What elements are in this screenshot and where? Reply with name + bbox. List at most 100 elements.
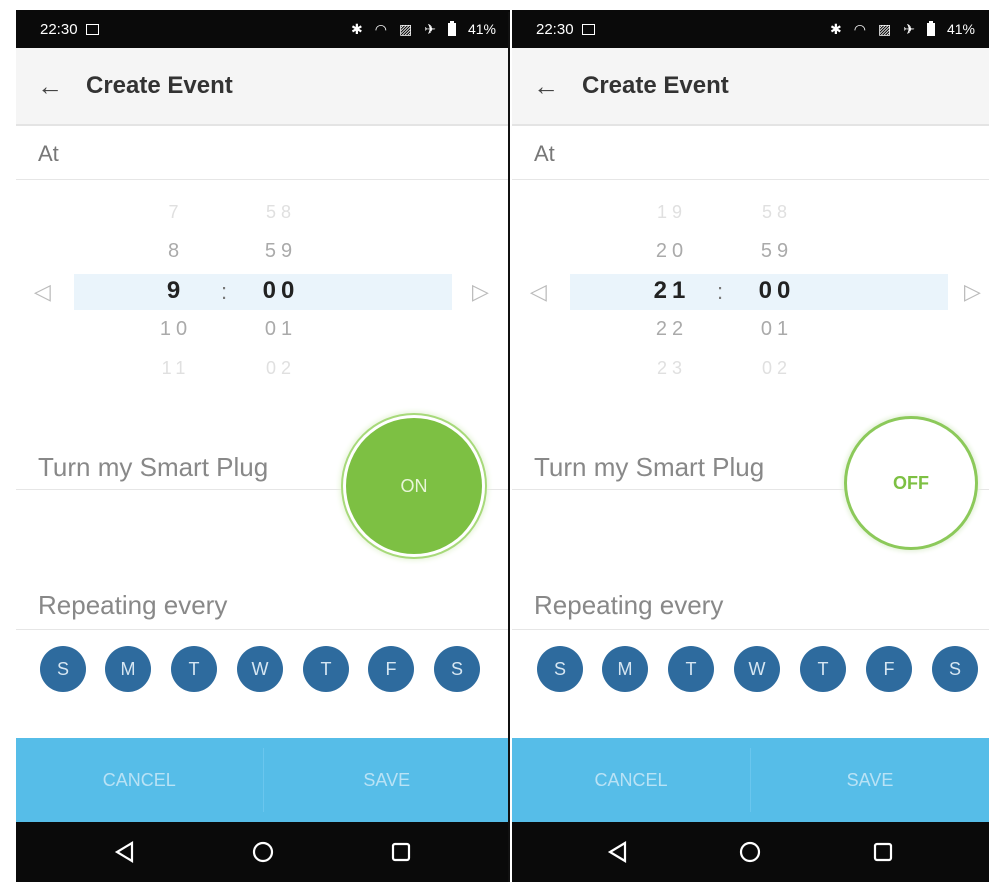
battery-level: 41% xyxy=(946,21,975,37)
phone-screen-on: 22:30 ✱ ◠ ▨ ✈ 41% ← Create Event At ◁ ▷ … xyxy=(16,10,510,882)
chevron-right-icon[interactable]: ▷ xyxy=(964,274,981,310)
no-sim-icon: ▨ xyxy=(399,21,413,37)
day-toggle-wednesday[interactable]: W xyxy=(734,646,780,692)
hour-option[interactable]: 11 xyxy=(146,349,206,388)
time-picker[interactable]: ◁ ▷ 19 20 21 22 23 : 58 59 00 01 02 xyxy=(512,190,989,390)
battery-icon xyxy=(447,20,456,36)
status-bar: 22:30 ✱ ◠ ▨ ✈ 41% xyxy=(16,10,510,48)
minute-option[interactable]: 59 xyxy=(246,232,316,271)
hour-selected[interactable]: 21 xyxy=(642,271,702,310)
time-picker[interactable]: ◁ ▷ 7 8 9 10 11 : 58 59 00 01 02 xyxy=(16,190,510,390)
hour-wheel[interactable]: 19 20 21 22 23 xyxy=(642,193,702,388)
system-nav-bar xyxy=(16,822,510,882)
action-bar: CANCEL SAVE xyxy=(512,738,989,822)
plug-state-toggle[interactable]: OFF xyxy=(844,416,978,550)
wifi-icon: ◠ xyxy=(374,21,387,37)
status-time: 22:30 xyxy=(40,20,78,38)
back-nav-icon[interactable] xyxy=(105,832,145,872)
recents-nav-icon[interactable] xyxy=(863,832,903,872)
minute-wheel[interactable]: 58 59 00 01 02 xyxy=(246,193,316,388)
hour-option[interactable]: 23 xyxy=(642,349,702,388)
hour-option[interactable]: 7 xyxy=(146,193,206,232)
minute-option[interactable]: 01 xyxy=(742,310,812,349)
minute-option[interactable]: 01 xyxy=(246,310,316,349)
hour-option[interactable]: 10 xyxy=(146,310,206,349)
day-selector: S M T W T F S xyxy=(512,646,989,696)
page-title: Create Event xyxy=(86,72,233,99)
cancel-button[interactable]: CANCEL xyxy=(512,738,750,822)
day-toggle-thursday[interactable]: T xyxy=(800,646,846,692)
image-notification-icon xyxy=(581,23,595,35)
repeat-row: Repeating every xyxy=(16,590,510,630)
wifi-icon: ◠ xyxy=(853,21,866,37)
save-button[interactable]: SAVE xyxy=(264,738,511,822)
no-sim-icon: ▨ xyxy=(878,21,892,37)
image-notification-icon xyxy=(85,23,99,35)
day-toggle-tuesday[interactable]: T xyxy=(668,646,714,692)
battery-icon xyxy=(926,20,935,36)
minute-wheel[interactable]: 58 59 00 01 02 xyxy=(742,193,812,388)
home-nav-icon[interactable] xyxy=(243,832,283,872)
hour-option[interactable]: 22 xyxy=(642,310,702,349)
repeat-label: Repeating every xyxy=(38,590,228,620)
status-icons: ✱ ◠ ▨ ✈ 41% xyxy=(830,20,975,37)
mute-icon: ✱ xyxy=(351,21,363,37)
app-bar: ← Create Event xyxy=(512,48,989,126)
arrow-left-icon[interactable]: ← xyxy=(516,71,576,102)
chevron-right-icon[interactable]: ▷ xyxy=(472,274,489,310)
day-toggle-saturday[interactable]: S xyxy=(434,646,480,692)
smart-plug-label: Turn my Smart Plug xyxy=(534,452,765,482)
phone-screen-off: 22:30 ✱ ◠ ▨ ✈ 41% ← Create Event At ◁ ▷ … xyxy=(512,10,989,882)
side-by-side-screenshots: 22:30 ✱ ◠ ▨ ✈ 41% ← Create Event At ◁ ▷ … xyxy=(0,0,989,882)
minute-option[interactable]: 58 xyxy=(246,193,316,232)
system-nav-bar xyxy=(512,822,989,882)
status-time: 22:30 xyxy=(536,20,574,38)
minute-selected[interactable]: 00 xyxy=(742,271,812,310)
hour-option[interactable]: 19 xyxy=(642,193,702,232)
cancel-button[interactable]: CANCEL xyxy=(16,738,263,822)
status-icons: ✱ ◠ ▨ ✈ 41% xyxy=(351,20,496,37)
page-title: Create Event xyxy=(582,72,729,99)
day-toggle-tuesday[interactable]: T xyxy=(171,646,217,692)
repeat-label: Repeating every xyxy=(534,590,724,620)
hour-wheel[interactable]: 7 8 9 10 11 xyxy=(146,193,206,388)
minute-option[interactable]: 58 xyxy=(742,193,812,232)
minute-selected[interactable]: 00 xyxy=(246,271,316,310)
chevron-left-icon[interactable]: ◁ xyxy=(530,274,547,310)
day-toggle-sunday[interactable]: S xyxy=(40,646,86,692)
minute-option[interactable]: 02 xyxy=(742,349,812,388)
time-separator: : xyxy=(221,279,228,304)
hour-selected[interactable]: 9 xyxy=(146,271,206,310)
chevron-left-icon[interactable]: ◁ xyxy=(34,274,51,310)
day-toggle-saturday[interactable]: S xyxy=(932,646,978,692)
day-toggle-friday[interactable]: F xyxy=(866,646,912,692)
save-button[interactable]: SAVE xyxy=(751,738,989,822)
day-toggle-wednesday[interactable]: W xyxy=(237,646,283,692)
status-bar: 22:30 ✱ ◠ ▨ ✈ 41% xyxy=(512,10,989,48)
at-label: At xyxy=(16,128,510,180)
time-separator: : xyxy=(717,279,724,304)
recents-nav-icon[interactable] xyxy=(381,832,421,872)
mute-icon: ✱ xyxy=(830,21,842,37)
plug-state-toggle[interactable]: ON xyxy=(346,418,482,554)
day-toggle-sunday[interactable]: S xyxy=(537,646,583,692)
home-nav-icon[interactable] xyxy=(730,832,770,872)
arrow-left-icon[interactable]: ← xyxy=(20,71,80,102)
action-bar: CANCEL SAVE xyxy=(16,738,510,822)
day-toggle-monday[interactable]: M xyxy=(602,646,648,692)
day-toggle-friday[interactable]: F xyxy=(368,646,414,692)
app-bar: ← Create Event xyxy=(16,48,510,126)
smart-plug-label: Turn my Smart Plug xyxy=(38,452,269,482)
screen-divider xyxy=(508,12,510,882)
airplane-icon: ✈ xyxy=(903,21,915,37)
back-nav-icon[interactable] xyxy=(598,832,638,872)
airplane-icon: ✈ xyxy=(424,21,436,37)
day-toggle-thursday[interactable]: T xyxy=(303,646,349,692)
day-toggle-monday[interactable]: M xyxy=(105,646,151,692)
battery-level: 41% xyxy=(467,21,496,37)
hour-option[interactable]: 20 xyxy=(642,232,702,271)
minute-option[interactable]: 02 xyxy=(246,349,316,388)
hour-option[interactable]: 8 xyxy=(146,232,206,271)
repeat-row: Repeating every xyxy=(512,590,989,630)
minute-option[interactable]: 59 xyxy=(742,232,812,271)
